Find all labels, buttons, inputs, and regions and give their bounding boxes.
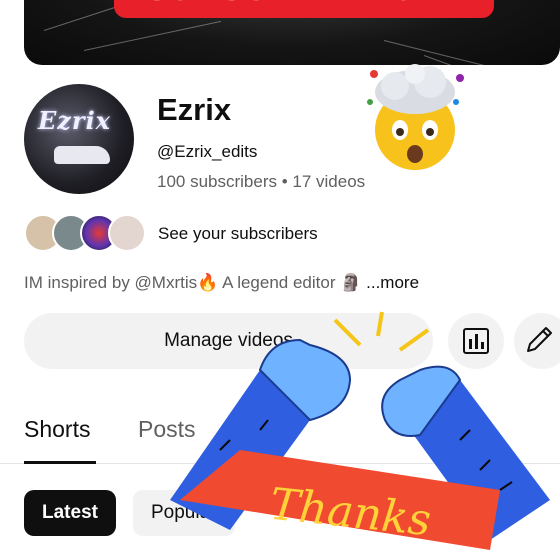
avatar-car-graphic <box>54 146 110 164</box>
banner-streak <box>83 20 222 51</box>
channel-name: Ezrix <box>157 92 232 127</box>
thanks-sticker: Thanks <box>170 311 550 550</box>
channel-description[interactable]: IM inspired by @Mxrtis🔥 A legend editor … <box>24 273 419 293</box>
see-subscribers-link[interactable]: See your subscribers <box>158 224 318 244</box>
channel-avatar[interactable]: Ezrix <box>24 84 134 194</box>
channel-banner[interactable]: SUBSCRIBE NOW! <box>24 0 560 65</box>
bio-more-link[interactable]: ...more <box>366 273 419 292</box>
selected-tab-indicator <box>24 461 96 464</box>
channel-handle: @Ezrix_edits <box>157 142 258 161</box>
channel-stats: 100 subscribers • 17 videos <box>157 172 366 191</box>
filter-chip-latest[interactable]: Latest <box>24 490 116 536</box>
banner-cta-text: SUBSCRIBE NOW! <box>145 0 463 8</box>
bio-text: IM inspired by @Mxrtis🔥 A legend editor … <box>24 273 362 292</box>
avatar-logo-text: Ezrix <box>38 106 111 135</box>
subscriber-avatar <box>108 214 146 252</box>
tab-shorts[interactable]: Shorts <box>24 416 90 443</box>
banner-subscribe-graphic: SUBSCRIBE NOW! <box>114 0 494 18</box>
exploding-head-emoji-icon <box>367 64 464 170</box>
